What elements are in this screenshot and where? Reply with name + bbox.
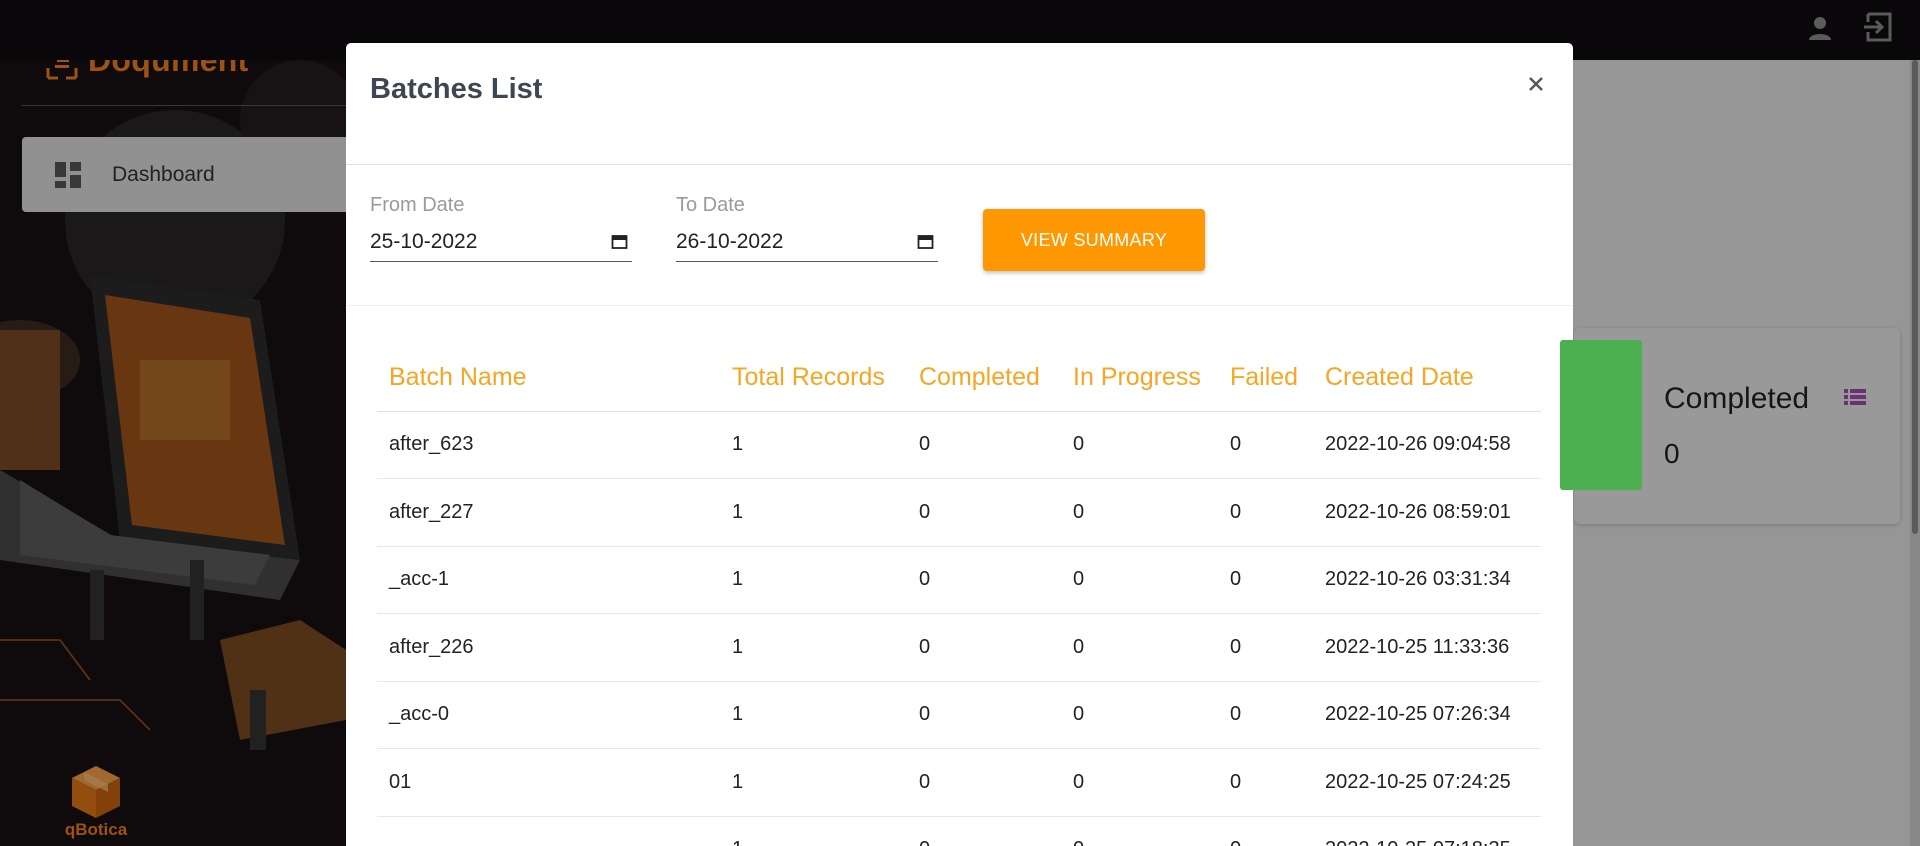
cell-created-date: 2022-10-25 07:26:34 bbox=[1313, 681, 1541, 749]
cell-completed: 0 bbox=[907, 748, 1061, 817]
cell-failed: 0 bbox=[1218, 613, 1313, 682]
column-header-total-records[interactable]: Total Records bbox=[720, 344, 907, 412]
cell-completed: 0 bbox=[907, 411, 1061, 479]
column-header-in-progress[interactable]: In Progress bbox=[1061, 344, 1218, 412]
table-row[interactable]: after_226 1 0 0 0 2022-10-25 11:33:36 bbox=[377, 613, 1541, 682]
cell-in-progress: 0 bbox=[1061, 816, 1218, 846]
cell-in-progress: 0 bbox=[1061, 681, 1218, 749]
batches-table: Batch Name Total Records Completed In Pr… bbox=[377, 344, 1541, 846]
table-row[interactable]: after_227 1 0 0 0 2022-10-26 08:59:01 bbox=[377, 478, 1541, 547]
cell-failed: 0 bbox=[1218, 816, 1313, 846]
table-header-row: Batch Name Total Records Completed In Pr… bbox=[377, 344, 1541, 412]
to-date-value: 26-10-2022 bbox=[676, 230, 784, 253]
cell-created-date: 2022-10-26 03:31:34 bbox=[1313, 546, 1541, 614]
cell-total-records: 1 bbox=[720, 411, 907, 479]
calendar-icon[interactable] bbox=[917, 233, 934, 250]
cell-failed: 0 bbox=[1218, 411, 1313, 479]
cell-created-date: 2022-10-26 08:59:01 bbox=[1313, 478, 1541, 547]
cell-batch-name: 01 bbox=[377, 748, 720, 817]
column-header-created-date[interactable]: Created Date bbox=[1313, 344, 1541, 412]
cell-in-progress: 0 bbox=[1061, 546, 1218, 614]
cell-batch-name: after_227 bbox=[377, 478, 720, 547]
cell-batch-name: _acc-1 bbox=[377, 546, 720, 614]
cell-batch-name: after_226 bbox=[377, 613, 720, 682]
cell-completed: 0 bbox=[907, 478, 1061, 547]
column-header-completed[interactable]: Completed bbox=[907, 344, 1061, 412]
to-date-input[interactable]: 26-10-2022 bbox=[676, 228, 938, 262]
from-date-label: From Date bbox=[370, 194, 465, 216]
cell-total-records: 1 bbox=[720, 681, 907, 749]
table-row[interactable]: after_623 1 0 0 0 2022-10-26 09:04:58 bbox=[377, 411, 1541, 479]
from-date-value: 25-10-2022 bbox=[370, 230, 478, 253]
table-row[interactable]: _acc-0 1 0 0 0 2022-10-25 07:26:34 bbox=[377, 681, 1541, 749]
table-row[interactable]: . 1 0 0 0 2022-10-25 07:18:35 bbox=[377, 816, 1541, 846]
date-filters: From Date 25-10-2022 To Date 26-10-2022 bbox=[346, 166, 1573, 306]
cell-failed: 0 bbox=[1218, 681, 1313, 749]
cell-created-date: 2022-10-25 07:18:35 bbox=[1313, 816, 1541, 846]
cell-failed: 0 bbox=[1218, 478, 1313, 547]
cell-completed: 0 bbox=[907, 681, 1061, 749]
modal-header: Batches List bbox=[346, 43, 1573, 165]
batches-list-modal: Batches List From Date 25-10-2022 To Dat… bbox=[346, 43, 1573, 846]
from-date-field: From Date 25-10-2022 bbox=[370, 194, 632, 262]
cell-total-records: 1 bbox=[720, 546, 907, 614]
column-header-batch-name[interactable]: Batch Name bbox=[377, 344, 720, 412]
modal-title: Batches List bbox=[370, 73, 543, 105]
cell-in-progress: 0 bbox=[1061, 411, 1218, 479]
view-summary-button[interactable]: VIEW SUMMARY bbox=[983, 209, 1205, 271]
cell-created-date: 2022-10-25 11:33:36 bbox=[1313, 613, 1541, 682]
to-date-label: To Date bbox=[676, 194, 745, 216]
from-date-input[interactable]: 25-10-2022 bbox=[370, 228, 632, 262]
cell-in-progress: 0 bbox=[1061, 748, 1218, 817]
cell-batch-name: _acc-0 bbox=[377, 681, 720, 749]
cell-batch-name: . bbox=[377, 816, 720, 846]
column-header-failed[interactable]: Failed bbox=[1218, 344, 1313, 412]
cell-created-date: 2022-10-26 09:04:58 bbox=[1313, 411, 1541, 479]
close-icon[interactable] bbox=[1521, 69, 1551, 99]
table-row[interactable]: 01 1 0 0 0 2022-10-25 07:24:25 bbox=[377, 748, 1541, 817]
cell-in-progress: 0 bbox=[1061, 613, 1218, 682]
table-row[interactable]: _acc-1 1 0 0 0 2022-10-26 03:31:34 bbox=[377, 546, 1541, 614]
cell-completed: 0 bbox=[907, 816, 1061, 846]
cell-failed: 0 bbox=[1218, 546, 1313, 614]
cell-failed: 0 bbox=[1218, 748, 1313, 817]
cell-completed: 0 bbox=[907, 546, 1061, 614]
status-card-green bbox=[1560, 340, 1642, 490]
cell-batch-name: after_623 bbox=[377, 411, 720, 479]
cell-in-progress: 0 bbox=[1061, 478, 1218, 547]
cell-completed: 0 bbox=[907, 613, 1061, 682]
cell-total-records: 1 bbox=[720, 613, 907, 682]
to-date-field: To Date 26-10-2022 bbox=[676, 194, 938, 262]
cell-total-records: 1 bbox=[720, 748, 907, 817]
cell-created-date: 2022-10-25 07:24:25 bbox=[1313, 748, 1541, 817]
cell-total-records: 1 bbox=[720, 478, 907, 547]
cell-total-records: 1 bbox=[720, 816, 907, 846]
calendar-icon[interactable] bbox=[611, 233, 628, 250]
